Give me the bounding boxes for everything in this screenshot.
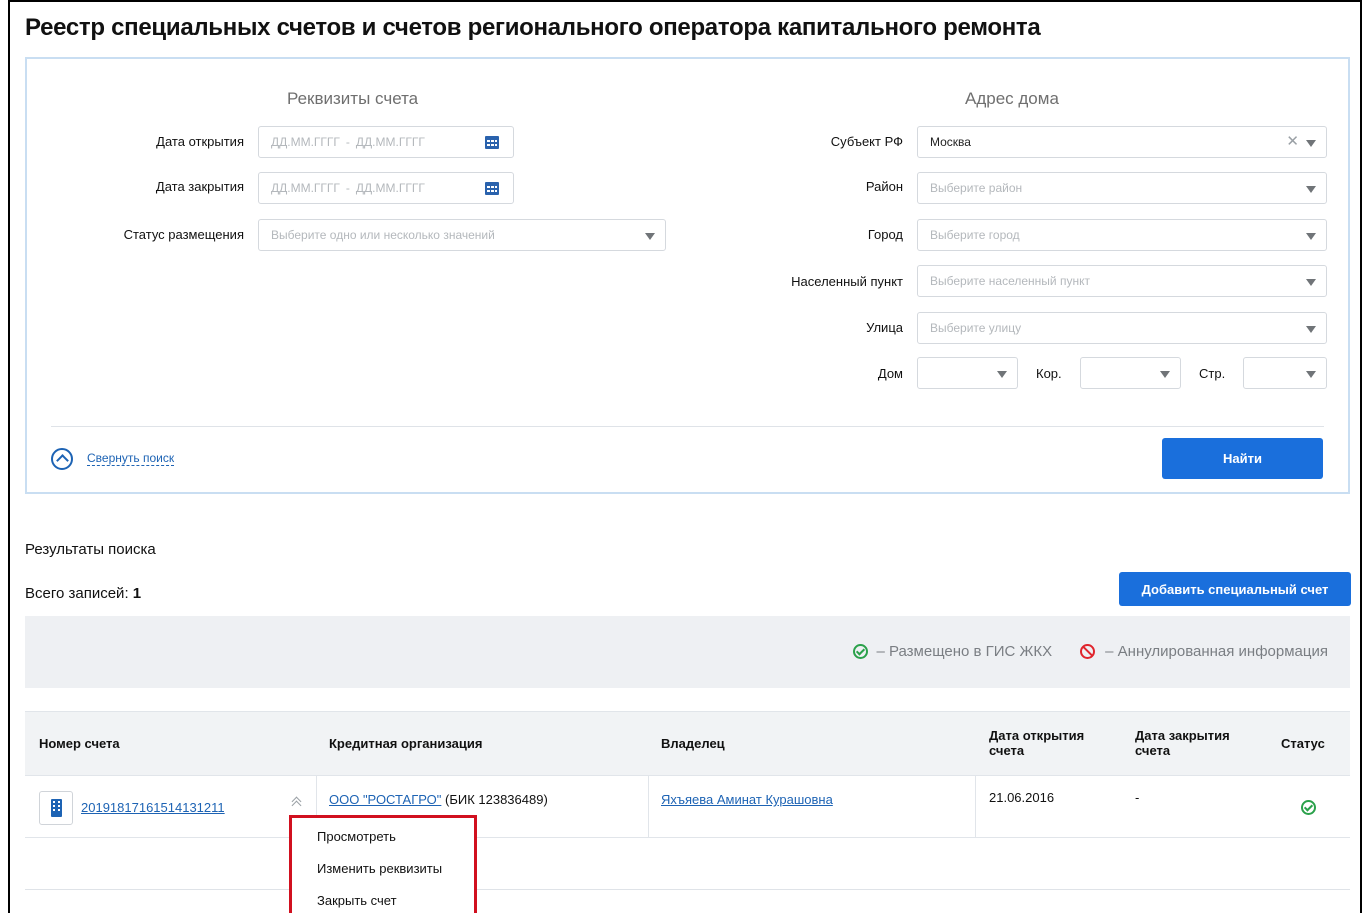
- chevron-down-icon: [1160, 371, 1170, 378]
- city-placeholder: Выберите город: [930, 228, 1020, 242]
- subject-select[interactable]: Москва ✕: [917, 126, 1327, 158]
- close-date-to: ДД.ММ.ГГГГ: [355, 181, 425, 195]
- bank-link[interactable]: ООО "РОСТАГРО": [329, 792, 441, 807]
- street-select[interactable]: Выберите улицу: [917, 312, 1327, 344]
- results-title: Результаты поиска: [25, 541, 156, 558]
- chevron-up-circle-icon[interactable]: [51, 448, 73, 470]
- chevron-down-icon: [1306, 326, 1316, 333]
- frame-top: [8, 0, 1362, 2]
- open-date-range-field[interactable]: ДД.ММ.ГГГГ - ДД.ММ.ГГГГ: [258, 126, 514, 158]
- status-cell: [1301, 800, 1316, 818]
- frame-left: [8, 0, 10, 913]
- table-row: 20191817161514131211 ООО "РОСТАГРО" (БИК…: [25, 775, 1350, 838]
- calendar-icon[interactable]: [485, 182, 499, 195]
- column-header-close-date: Дата закрытия счета: [1135, 728, 1230, 758]
- legend-annulled: – Аннулированная информация: [1105, 643, 1328, 660]
- city-label: Город: [867, 227, 903, 242]
- placement-status-placeholder: Выберите одно или несколько значений: [271, 228, 495, 242]
- street-label: Улица: [866, 320, 903, 335]
- chevron-down-icon: [1306, 140, 1316, 147]
- account-number-link[interactable]: 20191817161514131211: [81, 800, 225, 815]
- collapse-search-link[interactable]: Свернуть поиск: [87, 451, 175, 466]
- column-header-status: Статус: [1281, 736, 1325, 751]
- search-divider: [51, 426, 1324, 427]
- row-actions-menu: Просмотреть Изменить реквизиты Закрыть с…: [289, 815, 477, 913]
- placement-status-label: Статус размещения: [123, 227, 244, 242]
- building-select[interactable]: [1080, 357, 1181, 389]
- search-panel: Реквизиты счета Адрес дома Дата открытия…: [25, 57, 1350, 494]
- close-date-cell: -: [1135, 790, 1140, 805]
- house-select[interactable]: [917, 357, 1018, 389]
- total-label: Всего записей:: [25, 585, 129, 602]
- close-icon[interactable]: ✕: [1286, 134, 1299, 149]
- open-date-label: Дата открытия: [156, 134, 244, 149]
- calendar-icon[interactable]: [485, 136, 499, 149]
- subject-label: Субъект РФ: [830, 134, 903, 149]
- settlement-select[interactable]: Выберите населенный пункт: [917, 265, 1327, 297]
- placement-status-select[interactable]: Выберите одно или несколько значений: [258, 219, 666, 251]
- total-records: Всего записей: 1: [25, 585, 141, 602]
- structure-select[interactable]: [1243, 357, 1327, 389]
- subject-value: Москва: [930, 135, 971, 149]
- column-header-number: Номер счета: [39, 736, 120, 751]
- building-label: Кор.: [1036, 366, 1062, 381]
- chevron-down-icon: [645, 233, 655, 240]
- close-date-from: ДД.ММ.ГГГГ: [271, 181, 340, 195]
- district-placeholder: Выберите район: [930, 181, 1023, 195]
- status-legend: – Размещено в ГИС ЖКХ – Аннулированная и…: [853, 643, 1328, 660]
- bank-bik: (БИК 123836489): [444, 792, 548, 807]
- address-section-title: Адрес дома: [965, 89, 1059, 108]
- menu-item-edit-requisites[interactable]: Изменить реквизиты: [317, 861, 442, 876]
- chevron-down-icon: [1306, 186, 1316, 193]
- street-placeholder: Выберите улицу: [930, 321, 1022, 335]
- prohibited-icon: [1080, 644, 1096, 659]
- house-label: Дом: [877, 366, 903, 381]
- column-header-owner: Владелец: [661, 736, 725, 751]
- find-button[interactable]: Найти: [1162, 438, 1323, 479]
- district-select[interactable]: Выберите район: [917, 172, 1327, 204]
- chevron-down-icon: [997, 371, 1007, 378]
- close-date-range-field[interactable]: ДД.ММ.ГГГГ - ДД.ММ.ГГГГ: [258, 172, 514, 204]
- owner-link[interactable]: Яхъяева Аминат Курашовна: [661, 792, 833, 807]
- legend-placed: – Размещено в ГИС ЖКХ: [876, 643, 1053, 660]
- menu-item-view[interactable]: Просмотреть: [317, 829, 396, 844]
- page-title: Реестр специальных счетов и счетов регио…: [25, 14, 1041, 41]
- bank-cell: ООО "РОСТАГРО" (БИК 123836489): [329, 792, 548, 807]
- close-date-label: Дата закрытия: [155, 179, 244, 194]
- check-circle-icon: [1301, 800, 1316, 815]
- chevron-down-icon: [1306, 279, 1316, 286]
- open-date-to: ДД.ММ.ГГГГ: [355, 135, 425, 149]
- open-date-cell: 21.06.2016: [989, 790, 1055, 805]
- menu-item-close-account[interactable]: Закрыть счет: [317, 893, 397, 908]
- chevron-down-icon: [1306, 233, 1316, 240]
- account-section-title: Реквизиты счета: [287, 89, 419, 108]
- legend-bar: – Размещено в ГИС ЖКХ – Аннулированная и…: [25, 616, 1350, 688]
- open-date-from: ДД.ММ.ГГГГ: [271, 135, 340, 149]
- double-chevron-up-icon[interactable]: [292, 796, 302, 810]
- settlement-placeholder: Выберите населенный пункт: [930, 274, 1090, 288]
- column-header-open-date: Дата открытия счета: [989, 728, 1085, 758]
- settlement-label: Населенный пункт: [791, 274, 903, 289]
- building-icon[interactable]: [39, 791, 73, 825]
- accounts-table: Номер счета Кредитная организация Владел…: [25, 711, 1350, 838]
- table-header: Номер счета Кредитная организация Владел…: [25, 712, 1350, 775]
- close-date-separator: -: [345, 181, 350, 195]
- bottom-divider: [25, 889, 1350, 890]
- column-header-bank: Кредитная организация: [329, 736, 483, 751]
- structure-label: Стр.: [1199, 366, 1226, 381]
- open-date-separator: -: [345, 135, 350, 149]
- add-special-account-button[interactable]: Добавить специальный счет: [1119, 572, 1351, 606]
- check-circle-icon: [853, 644, 869, 659]
- city-select[interactable]: Выберите город: [917, 219, 1327, 251]
- total-value: 1: [132, 585, 142, 602]
- chevron-down-icon: [1306, 371, 1316, 378]
- district-label: Район: [865, 179, 903, 194]
